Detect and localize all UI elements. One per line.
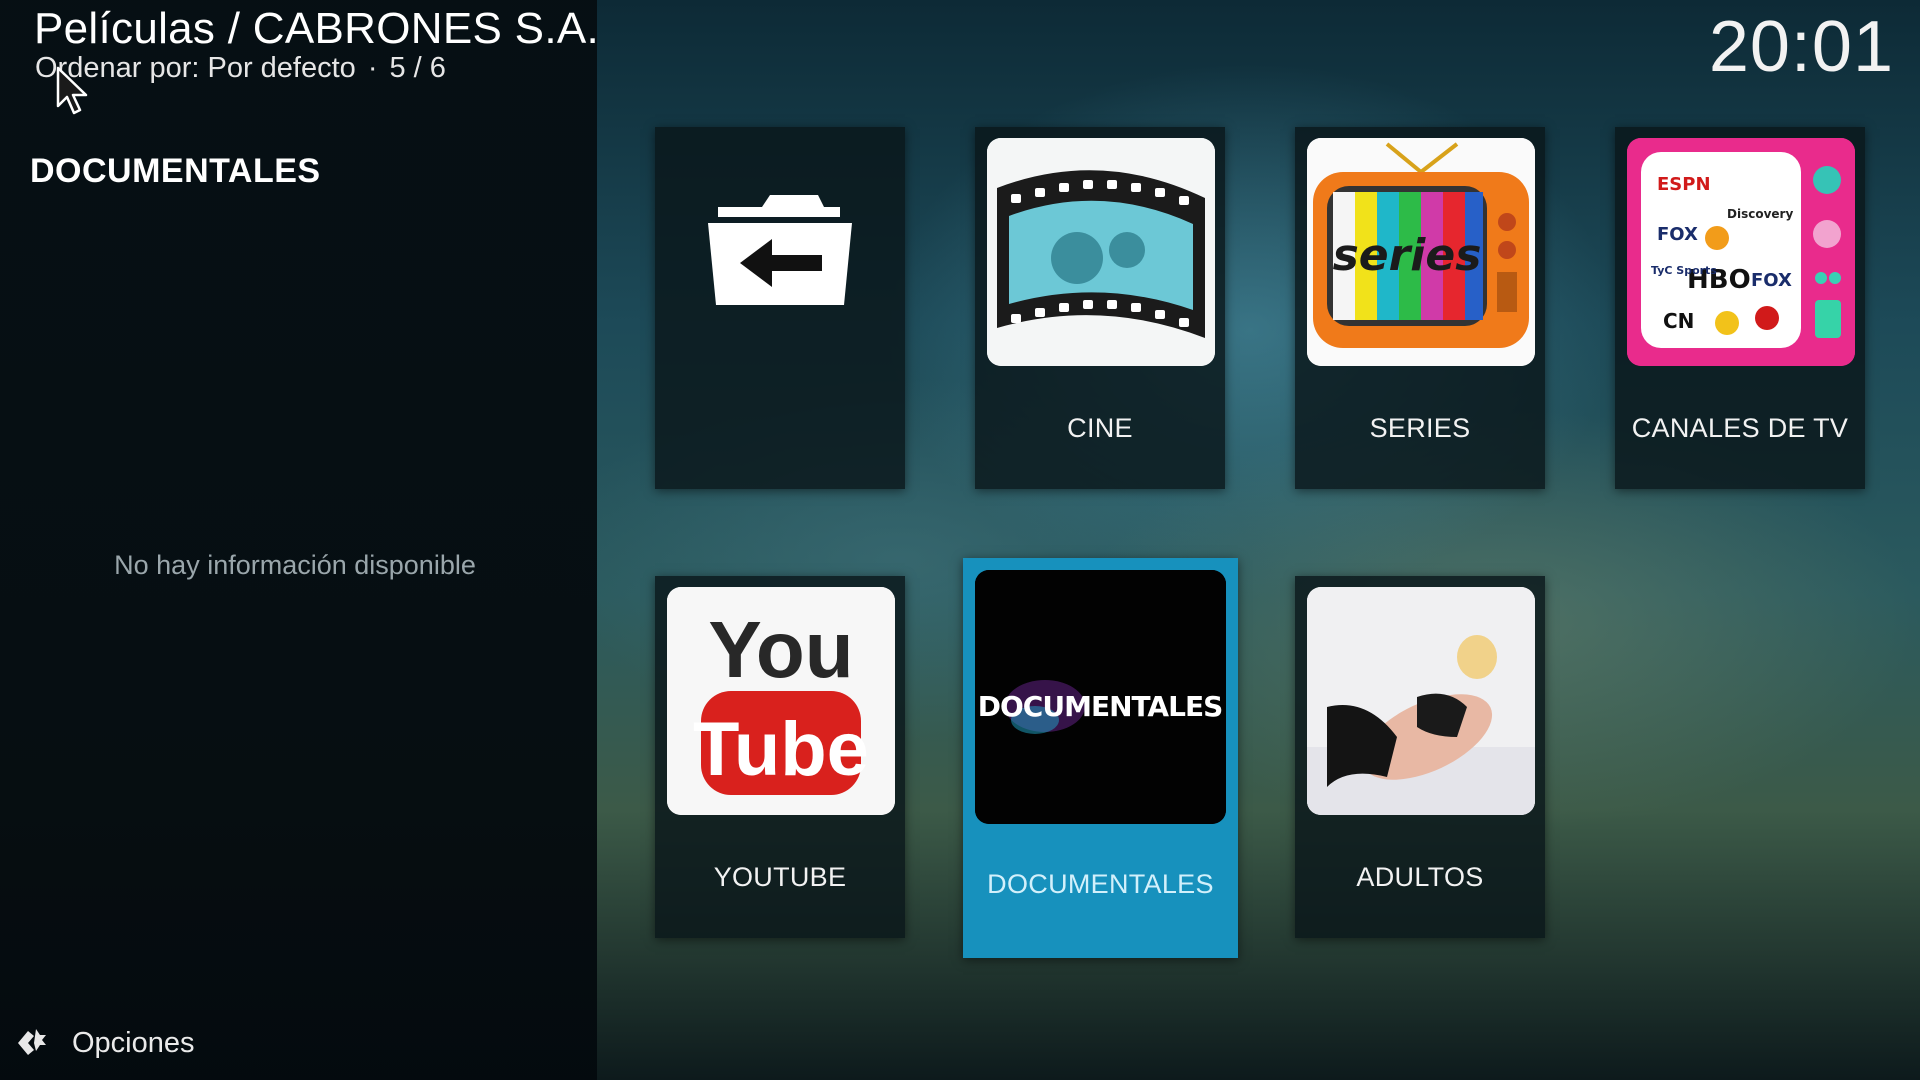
options-gear-icon — [18, 1029, 46, 1055]
film-reel-thumb — [987, 138, 1215, 366]
tile-label: CINE — [1067, 413, 1133, 443]
tile-cine[interactable]: CINE — [975, 127, 1225, 489]
options-label: Opciones — [72, 1026, 195, 1059]
channel-discovery: Discovery — [1727, 207, 1793, 221]
tile-label: CANALES DE TV — [1631, 413, 1849, 443]
tile-canales-de-tv[interactable]: ESPN FOX HBO TyC Sports Discovery CN FOX… — [1615, 127, 1865, 489]
mouse-cursor-icon — [56, 66, 88, 115]
adultos-thumbnail — [1307, 587, 1535, 815]
series-thumb-text: series — [1333, 230, 1482, 281]
documentales-thumb-text: DOCUMENTALES — [978, 690, 1222, 723]
canales-thumbnail: ESPN FOX HBO TyC Sports Discovery CN FOX — [1627, 138, 1855, 366]
documentales-logo: DOCUMENTALES — [975, 570, 1226, 824]
documentales-thumbnail: DOCUMENTALES — [975, 570, 1226, 824]
tile-label: SERIES — [1369, 413, 1471, 443]
tv-channels-thumb: ESPN FOX HBO TyC Sports Discovery CN FOX — [1627, 138, 1855, 366]
clock: 20:01 — [1708, 7, 1894, 87]
channel-fox-2: FOX — [1751, 270, 1792, 291]
tile-parent-folder[interactable] — [655, 127, 905, 489]
back-folder-icon — [708, 195, 852, 305]
selected-item-heading: DOCUMENTALES — [30, 152, 321, 190]
channel-tyc: TyC Sports — [1651, 264, 1717, 277]
channel-fox: FOX — [1657, 224, 1698, 245]
channel-espn: ESPN — [1657, 174, 1711, 195]
separator: · — [367, 52, 378, 84]
tile-series[interactable]: series SERIES — [1295, 127, 1545, 489]
youtube-tube-text: Tube — [693, 707, 869, 792]
no-info-text: No hay información disponible — [114, 550, 476, 580]
channel-cn: CN — [1663, 309, 1694, 333]
tile-label: DOCUMENTALES — [987, 869, 1214, 899]
adult-photo-thumb — [1307, 587, 1535, 815]
options-button[interactable]: Opciones — [14, 1025, 195, 1061]
retro-tv-thumb: series — [1307, 138, 1535, 366]
sort-info[interactable]: Ordenar por: Por defecto · 5 / 6 — [35, 52, 446, 85]
cine-thumbnail — [987, 138, 1215, 366]
series-thumbnail: series — [1307, 138, 1535, 366]
sort-value: Por defecto — [207, 52, 356, 84]
page-title: Películas / CABRONES S.A. — [34, 4, 600, 53]
tile-adultos[interactable]: ADULTOS — [1295, 576, 1545, 938]
youtube-you-text: You — [708, 605, 853, 694]
youtube-thumbnail: You Tube — [667, 587, 895, 815]
tile-label: YOUTUBE — [713, 862, 847, 892]
item-position: 5 / 6 — [389, 52, 446, 84]
tile-label: ADULTOS — [1356, 862, 1484, 892]
tile-documentales[interactable]: DOCUMENTALES DOCUMENTALES — [963, 558, 1238, 958]
youtube-logo: You Tube — [667, 587, 895, 815]
tile-youtube[interactable]: You Tube YOUTUBE — [655, 576, 905, 938]
